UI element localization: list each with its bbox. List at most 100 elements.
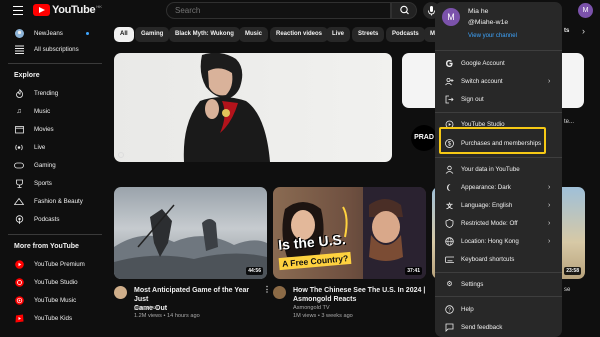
- fashion-icon: [14, 196, 24, 206]
- menu-divider: [435, 296, 562, 297]
- chevron-right-icon: ›: [548, 201, 551, 209]
- sidebar-item-all-subscriptions[interactable]: All subscriptions: [0, 41, 108, 57]
- menu-item-settings[interactable]: ⚙ Settings: [435, 277, 562, 291]
- sidebar-item-newjeans[interactable]: NewJeans: [0, 25, 108, 41]
- chip-black-myth-wukong[interactable]: Black Myth: Wukong: [169, 27, 240, 42]
- menu-item-your-data[interactable]: Your data in YouTube: [435, 162, 562, 176]
- feedback-icon: [445, 323, 454, 332]
- chip-partial-right[interactable]: ts: [564, 28, 569, 34]
- chip-podcasts[interactable]: Podcasts: [386, 27, 425, 42]
- menu-item-location[interactable]: Location: Hong Kong ›: [435, 234, 562, 248]
- featured-ad-thumbnail[interactable]: [114, 53, 392, 162]
- search-input[interactable]: [175, 6, 375, 15]
- subscriptions-icon: [14, 44, 24, 54]
- account-handle: @Miahe-w1e: [468, 19, 509, 26]
- chevron-right-icon: ›: [548, 219, 551, 227]
- chips-next-arrow-icon[interactable]: ›: [582, 26, 585, 36]
- live-icon: [14, 142, 24, 152]
- keyboard-icon: [445, 255, 454, 264]
- menu-item-keyboard-shortcuts[interactable]: Keyboard shortcuts: [435, 252, 562, 266]
- gaming-icon: [14, 160, 24, 170]
- menu-divider: [435, 112, 562, 113]
- account-menu: M Mia he @Miahe-w1e View your channel Go…: [435, 2, 562, 337]
- youtube-premium-icon: [14, 259, 24, 269]
- sidebar-item-movies[interactable]: Movies: [0, 121, 108, 137]
- sidebar-item-youtube-music[interactable]: YouTube Music: [0, 292, 108, 308]
- video-thumbnail-1[interactable]: 44:56: [114, 187, 267, 279]
- trending-icon: [14, 88, 24, 98]
- channel-name-2[interactable]: Asmongold TV: [293, 305, 353, 313]
- sports-icon: [14, 178, 24, 188]
- chip-all[interactable]: All: [114, 27, 134, 42]
- user-avatar-button[interactable]: M: [578, 3, 593, 18]
- video-title-2-line1: How The Chinese See The U.S. In 2024 |: [293, 287, 426, 294]
- appearance-icon: [445, 183, 454, 192]
- sidebar-item-youtube-premium[interactable]: YouTube Premium: [0, 256, 108, 272]
- sidebar-item-music[interactable]: ♫ Music: [0, 103, 108, 119]
- sidebar-item-gaming[interactable]: Gaming: [0, 157, 108, 173]
- chevron-right-icon: ›: [548, 183, 551, 191]
- help-icon: ?: [445, 304, 454, 314]
- menu-item-switch-account[interactable]: Switch account ›: [435, 74, 562, 88]
- sign-out-icon: [445, 95, 454, 104]
- sidebar-item-podcasts[interactable]: Podcasts: [0, 211, 108, 227]
- movies-icon: [14, 124, 24, 134]
- menu-item-help[interactable]: ? Help: [435, 302, 562, 316]
- sidebar-item-fashion-beauty[interactable]: Fashion & Beauty: [0, 193, 108, 209]
- menu-item-appearance[interactable]: Appearance: Dark ›: [435, 180, 562, 194]
- sidebar-item-trending[interactable]: Trending: [0, 85, 108, 101]
- video-1-more-icon[interactable]: ⋮: [263, 285, 271, 294]
- menu-item-restricted-mode[interactable]: Restricted Mode: Off ›: [435, 216, 562, 230]
- youtube-logo[interactable]: YouTube HK: [33, 4, 102, 16]
- sidebar-item-sports[interactable]: Sports: [0, 175, 108, 191]
- video-meta-1: penguinz0 1.2M views • 14 hours ago: [134, 305, 200, 320]
- channel-avatar-penguinz0[interactable]: [114, 286, 127, 299]
- hamburger-menu-icon[interactable]: [13, 6, 23, 15]
- search-button[interactable]: [391, 2, 417, 19]
- menu-item-language[interactable]: 文 Language: English ›: [435, 198, 562, 212]
- view-channel-link[interactable]: View your channel: [468, 33, 517, 39]
- video-duration-1: 44:56: [246, 267, 263, 275]
- sidebar-item-youtube-kids[interactable]: YouTube Kids: [0, 310, 108, 326]
- sidebar-item-youtube-studio[interactable]: YouTube Studio: [0, 274, 108, 290]
- account-name: Mia he: [468, 8, 489, 15]
- podcasts-icon: [14, 214, 24, 224]
- video-title-2[interactable]: How The Chinese See The U.S. In 2024 | A…: [293, 286, 443, 304]
- new-content-dot: [86, 31, 89, 35]
- youtube-kids-icon: [14, 313, 24, 323]
- google-icon: [445, 59, 454, 68]
- more-from-youtube-heading: More from YouTube: [14, 243, 79, 250]
- sidebar-item-live[interactable]: Live: [0, 139, 108, 155]
- menu-item-sign-out[interactable]: Sign out: [435, 92, 562, 106]
- menu-divider: [435, 50, 562, 51]
- switch-account-icon: [445, 77, 454, 86]
- sidebar-divider: [8, 63, 102, 64]
- chip-streets[interactable]: Streets: [352, 27, 385, 42]
- youtube-music-icon: [14, 295, 24, 305]
- newjeans-channel-icon: [14, 28, 24, 38]
- channel-avatar-asmongold[interactable]: [273, 286, 286, 299]
- channel-name-1[interactable]: penguinz0: [134, 305, 200, 313]
- video-duration-3: 23:58: [564, 267, 581, 275]
- video-stats-1: 1.2M views • 14 hours ago: [134, 312, 200, 319]
- ad-brand-logo[interactable]: PRAD: [411, 125, 437, 151]
- youtube-play-icon: [33, 4, 50, 16]
- search-icon: [400, 5, 409, 15]
- chip-reaction-videos[interactable]: Reaction videos: [270, 27, 329, 42]
- highlight-box: [439, 127, 546, 154]
- your-data-icon: [445, 165, 454, 174]
- video-duration-2: 37:41: [405, 267, 422, 275]
- chip-music[interactable]: Music: [239, 27, 269, 42]
- menu-divider: [435, 157, 562, 158]
- warrior-landscape-image: [114, 204, 267, 279]
- video-thumbnail-2[interactable]: Is the U.S. A Free Country? 37:41: [273, 187, 426, 279]
- menu-item-send-feedback[interactable]: Send feedback: [435, 320, 562, 334]
- search-box[interactable]: [166, 2, 391, 19]
- sidebar-divider: [8, 234, 102, 235]
- chip-live[interactable]: Live: [326, 27, 351, 42]
- chip-gaming[interactable]: Gaming: [135, 27, 170, 42]
- chevron-right-icon: ›: [548, 77, 551, 85]
- svg-text:?: ?: [448, 307, 451, 313]
- menu-item-google-account[interactable]: Google Account: [435, 56, 562, 70]
- woman-with-phone-image: [183, 53, 270, 162]
